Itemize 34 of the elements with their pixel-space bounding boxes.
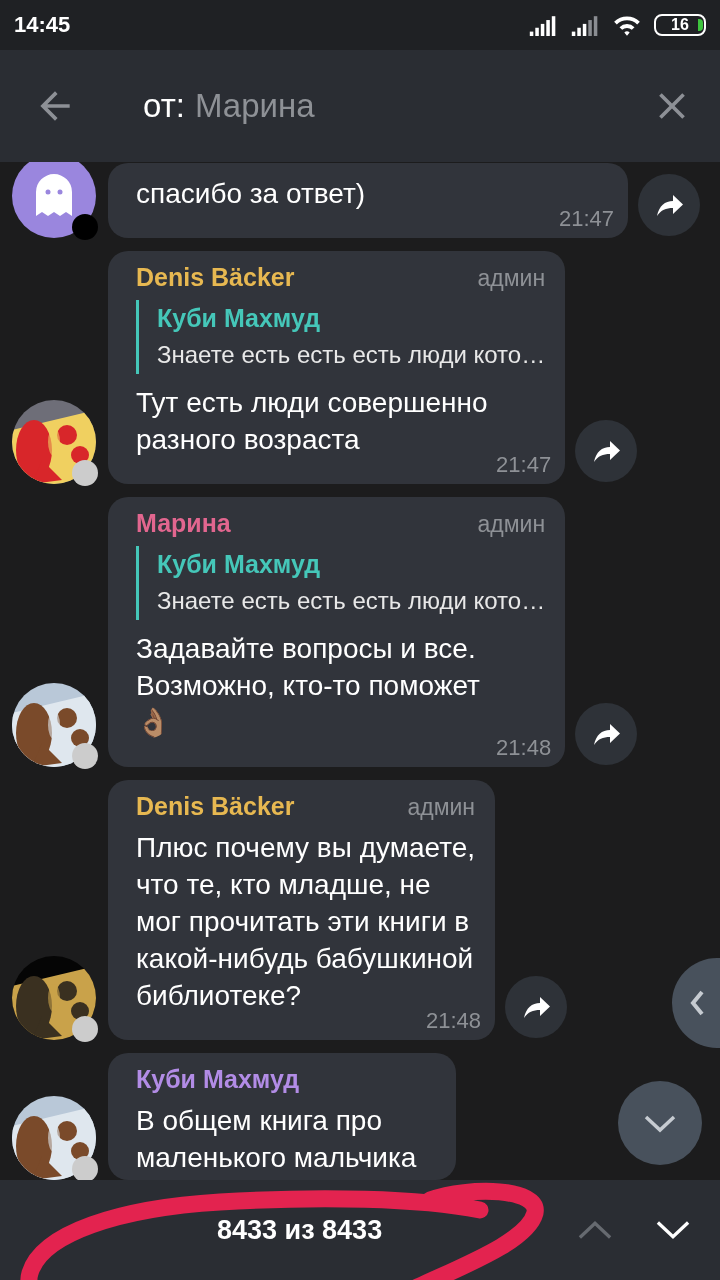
- message-text: спасибо за ответ): [136, 177, 367, 211]
- role-label: админ: [477, 265, 546, 292]
- reply-quote[interactable]: Куби Махмуд Знаете есть есть есть люди кото…: [136, 546, 546, 620]
- next-result-icon[interactable]: [656, 1220, 690, 1240]
- message-text: Тут есть люди совершенно разного возраста: [136, 386, 489, 457]
- search-input[interactable]: Марина: [194, 87, 650, 125]
- sender-name: Denis Bäcker: [136, 792, 295, 821]
- scroll-down-button[interactable]: [618, 1081, 702, 1165]
- share-button[interactable]: [575, 703, 638, 765]
- share-button[interactable]: [505, 976, 567, 1038]
- signal-icon: [570, 14, 600, 36]
- message-text: Задавайте вопросы и все. Возможно, кто-то поможет 👌🏽: [136, 632, 481, 740]
- sender-name: Denis Bäcker: [136, 263, 295, 292]
- reply-text: Знаете есть есть есть люди кото…: [157, 340, 546, 370]
- battery-icon: 16: [654, 14, 706, 36]
- search-filter-label: от:: [143, 87, 185, 125]
- sender-name: Куби Махмуд: [136, 1065, 300, 1094]
- reply-quote[interactable]: Куби Махмуд Знаете есть есть есть люди кото…: [136, 300, 546, 374]
- message-text: В общем книга про маленького мальчика: [136, 1104, 418, 1175]
- reply-author: Куби Махмуд: [157, 549, 322, 580]
- role-label: админ: [407, 794, 475, 821]
- share-button[interactable]: [575, 420, 638, 482]
- share-button[interactable]: [638, 174, 700, 236]
- message-time: 21:47: [496, 452, 552, 478]
- reply-author: Куби Махмуд: [157, 303, 322, 334]
- reply-text: Знаете есть есть есть люди кото…: [157, 586, 546, 616]
- ghost-avatar-icon: [12, 162, 96, 238]
- signal-icon: [528, 14, 558, 36]
- clock-time: 14:45: [14, 12, 71, 38]
- message-time: 21:48: [496, 735, 552, 761]
- result-counter: 8433 из 8433: [217, 1214, 383, 1246]
- sender-name: Марина: [136, 509, 231, 538]
- message-time: 21:47: [558, 206, 614, 232]
- role-label: админ: [477, 511, 546, 538]
